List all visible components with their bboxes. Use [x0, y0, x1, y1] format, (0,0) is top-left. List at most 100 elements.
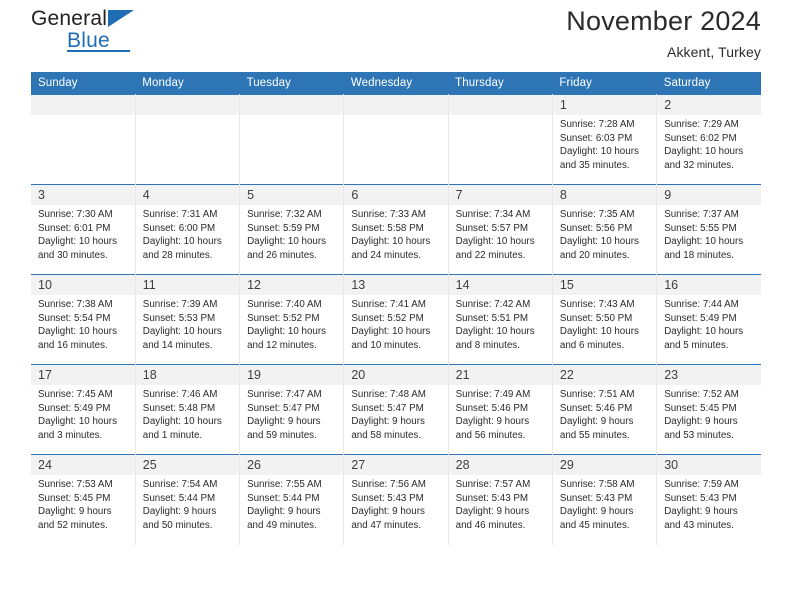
day-number: 2: [657, 95, 761, 115]
day-of-week-header-row: Sunday Monday Tuesday Wednesday Thursday Frid…: [31, 72, 761, 95]
daylight-text: Daylight: 10 hours and 1 minute.: [142, 416, 222, 441]
sunset-text: Sunset: 5:48 PM: [142, 402, 216, 414]
day-details: Sunrise: 7:29 AM Sunset: 6:02 PM Daylight:…: [657, 115, 761, 172]
day-number: [448, 95, 552, 115]
calendar-day-cell[interactable]: 5 Sunrise: 7:32 AM Sunset: 5:59 PM Daylight…: [239, 184, 345, 275]
sunrise-text: Sunrise: 7:42 AM: [455, 299, 531, 310]
daylight-text: Daylight: 10 hours and 8 minutes.: [455, 326, 535, 351]
sunrise-text: Sunrise: 7:56 AM: [351, 479, 426, 490]
day-details: Sunrise: 7:47 AM Sunset: 5:47 PM Daylight:…: [240, 385, 343, 442]
day-number: 19: [240, 365, 344, 385]
day-number: 12: [240, 275, 344, 295]
day-number: 5: [240, 185, 344, 205]
sunset-text: Sunset: 5:56 PM: [559, 222, 633, 234]
calendar-day-cell-empty: [31, 94, 136, 185]
calendar-day-cell[interactable]: 6 Sunrise: 7:33 AM Sunset: 5:58 PM Daylight…: [343, 184, 449, 275]
calendar-day-cell[interactable]: 26 Sunrise: 7:55 AM Sunset: 5:44 PM Dayligh…: [239, 454, 345, 545]
day-details: Sunrise: 7:35 AM Sunset: 5:56 PM Daylight:…: [553, 205, 656, 262]
calendar-day-cell[interactable]: 18 Sunrise: 7:46 AM Sunset: 5:48 PM Dayligh…: [135, 364, 241, 455]
brand-triangle-icon: [108, 10, 134, 27]
sunrise-text: Sunrise: 7:28 AM: [559, 119, 635, 130]
daylight-text: Daylight: 10 hours and 28 minutes.: [142, 236, 222, 261]
sunrise-text: Sunrise: 7:45 AM: [38, 389, 113, 400]
daylight-text: Daylight: 10 hours and 30 minutes.: [38, 236, 117, 261]
day-number: 29: [552, 455, 657, 475]
sunrise-text: Sunrise: 7:58 AM: [559, 479, 635, 490]
sunrise-text: Sunrise: 7:49 AM: [455, 389, 531, 400]
calendar-day-cell[interactable]: 17 Sunrise: 7:45 AM Sunset: 5:49 PM Dayligh…: [31, 364, 136, 455]
calendar-week-row: 10 Sunrise: 7:38 AM Sunset: 5:54 PM Dayligh…: [31, 274, 761, 365]
sunrise-text: Sunrise: 7:54 AM: [142, 479, 218, 490]
sunset-text: Sunset: 5:59 PM: [247, 222, 320, 234]
daylight-text: Daylight: 10 hours and 20 minutes.: [559, 236, 639, 261]
day-details: Sunrise: 7:59 AM Sunset: 5:43 PM Daylight:…: [657, 475, 761, 532]
day-details: Sunrise: 7:48 AM Sunset: 5:47 PM Daylight:…: [344, 385, 447, 442]
day-number: 23: [657, 365, 761, 385]
sunset-text: Sunset: 5:43 PM: [559, 492, 633, 504]
sunrise-text: Sunrise: 7:31 AM: [142, 209, 218, 220]
calendar-day-cell[interactable]: 4 Sunrise: 7:31 AM Sunset: 6:00 PM Daylight…: [135, 184, 241, 275]
sunrise-text: Sunrise: 7:37 AM: [664, 209, 739, 220]
daylight-text: Daylight: 9 hours and 58 minutes.: [351, 416, 425, 441]
sunset-text: Sunset: 5:45 PM: [38, 492, 111, 504]
brand-logo[interactable]: General Blue: [31, 0, 251, 56]
sunrise-text: Sunrise: 7:43 AM: [559, 299, 635, 310]
calendar-day-cell[interactable]: 25 Sunrise: 7:54 AM Sunset: 5:44 PM Dayligh…: [135, 454, 241, 545]
day-details: Sunrise: 7:34 AM Sunset: 5:57 PM Daylight:…: [449, 205, 552, 262]
day-of-week-thursday: Thursday: [448, 72, 553, 95]
calendar-day-cell[interactable]: 13 Sunrise: 7:41 AM Sunset: 5:52 PM Dayligh…: [343, 274, 449, 365]
day-number: 9: [657, 185, 761, 205]
calendar-day-cell[interactable]: 15 Sunrise: 7:43 AM Sunset: 5:50 PM Dayligh…: [552, 274, 658, 365]
sunrise-text: Sunrise: 7:52 AM: [664, 389, 739, 400]
calendar-day-cell[interactable]: 9 Sunrise: 7:37 AM Sunset: 5:55 PM Daylight…: [656, 184, 761, 275]
calendar-day-cell[interactable]: 14 Sunrise: 7:42 AM Sunset: 5:51 PM Dayligh…: [448, 274, 553, 365]
calendar-day-cell[interactable]: 10 Sunrise: 7:38 AM Sunset: 5:54 PM Dayligh…: [31, 274, 136, 365]
calendar-day-cell[interactable]: 29 Sunrise: 7:58 AM Sunset: 5:43 PM Dayligh…: [552, 454, 658, 545]
calendar-day-cell[interactable]: 11 Sunrise: 7:39 AM Sunset: 5:53 PM Dayligh…: [135, 274, 241, 365]
calendar-day-cell[interactable]: 28 Sunrise: 7:57 AM Sunset: 5:43 PM Dayligh…: [448, 454, 553, 545]
daylight-text: Daylight: 10 hours and 32 minutes.: [664, 146, 744, 171]
sunset-text: Sunset: 5:53 PM: [142, 312, 216, 324]
calendar-day-cell[interactable]: 12 Sunrise: 7:40 AM Sunset: 5:52 PM Dayligh…: [239, 274, 345, 365]
calendar-day-cell[interactable]: 27 Sunrise: 7:56 AM Sunset: 5:43 PM Dayligh…: [343, 454, 449, 545]
brand-name-bottom: Blue: [67, 29, 110, 52]
calendar-day-cell[interactable]: 16 Sunrise: 7:44 AM Sunset: 5:49 PM Dayligh…: [656, 274, 761, 365]
sunrise-text: Sunrise: 7:41 AM: [351, 299, 426, 310]
calendar-week-row: 3 Sunrise: 7:30 AM Sunset: 6:01 PM Daylight…: [31, 184, 761, 275]
calendar-day-cell[interactable]: 23 Sunrise: 7:52 AM Sunset: 5:45 PM Dayligh…: [656, 364, 761, 455]
brand-underline: [67, 50, 130, 52]
day-number: 6: [344, 185, 448, 205]
sunrise-text: Sunrise: 7:57 AM: [455, 479, 531, 490]
calendar-day-cell[interactable]: 19 Sunrise: 7:47 AM Sunset: 5:47 PM Dayligh…: [239, 364, 345, 455]
daylight-text: Daylight: 10 hours and 16 minutes.: [38, 326, 117, 351]
daylight-text: Daylight: 10 hours and 18 minutes.: [664, 236, 744, 261]
calendar-day-cell[interactable]: 2 Sunrise: 7:29 AM Sunset: 6:02 PM Daylight…: [656, 94, 761, 185]
calendar-day-cell[interactable]: 24 Sunrise: 7:53 AM Sunset: 5:45 PM Dayligh…: [31, 454, 136, 545]
calendar-day-cell-empty: [343, 94, 449, 185]
page-title: November 2024: [566, 6, 761, 36]
calendar-day-cell-empty: [135, 94, 241, 185]
calendar-day-cell[interactable]: 8 Sunrise: 7:35 AM Sunset: 5:56 PM Daylight…: [552, 184, 658, 275]
sunset-text: Sunset: 5:52 PM: [351, 312, 424, 324]
calendar-day-cell[interactable]: 1 Sunrise: 7:28 AM Sunset: 6:03 PM Daylight…: [552, 94, 658, 185]
calendar-day-cell[interactable]: 30 Sunrise: 7:59 AM Sunset: 5:43 PM Dayligh…: [656, 454, 761, 545]
daylight-text: Daylight: 9 hours and 47 minutes.: [351, 506, 425, 531]
calendar-day-cell[interactable]: 22 Sunrise: 7:51 AM Sunset: 5:46 PM Dayligh…: [552, 364, 658, 455]
calendar-day-cell[interactable]: 7 Sunrise: 7:34 AM Sunset: 5:57 PM Daylight…: [448, 184, 553, 275]
calendar-day-cell[interactable]: 20 Sunrise: 7:48 AM Sunset: 5:47 PM Dayligh…: [343, 364, 449, 455]
sunset-text: Sunset: 5:47 PM: [351, 402, 424, 414]
sunset-text: Sunset: 5:52 PM: [247, 312, 320, 324]
day-number: 28: [448, 455, 552, 475]
day-details: Sunrise: 7:53 AM Sunset: 5:45 PM Daylight:…: [31, 475, 135, 532]
day-details: Sunrise: 7:54 AM Sunset: 5:44 PM Daylight:…: [136, 475, 239, 532]
sunset-text: Sunset: 5:54 PM: [38, 312, 111, 324]
sunrise-text: Sunrise: 7:51 AM: [559, 389, 635, 400]
calendar-day-cell[interactable]: 3 Sunrise: 7:30 AM Sunset: 6:01 PM Daylight…: [31, 184, 136, 275]
sunset-text: Sunset: 6:03 PM: [559, 132, 633, 144]
day-number: [135, 95, 240, 115]
day-details: Sunrise: 7:45 AM Sunset: 5:49 PM Daylight:…: [31, 385, 135, 442]
calendar-day-cell[interactable]: 21 Sunrise: 7:49 AM Sunset: 5:46 PM Dayligh…: [448, 364, 553, 455]
day-details: Sunrise: 7:52 AM Sunset: 5:45 PM Daylight:…: [657, 385, 761, 442]
day-number: 22: [552, 365, 657, 385]
daylight-text: Daylight: 10 hours and 5 minutes.: [664, 326, 744, 351]
